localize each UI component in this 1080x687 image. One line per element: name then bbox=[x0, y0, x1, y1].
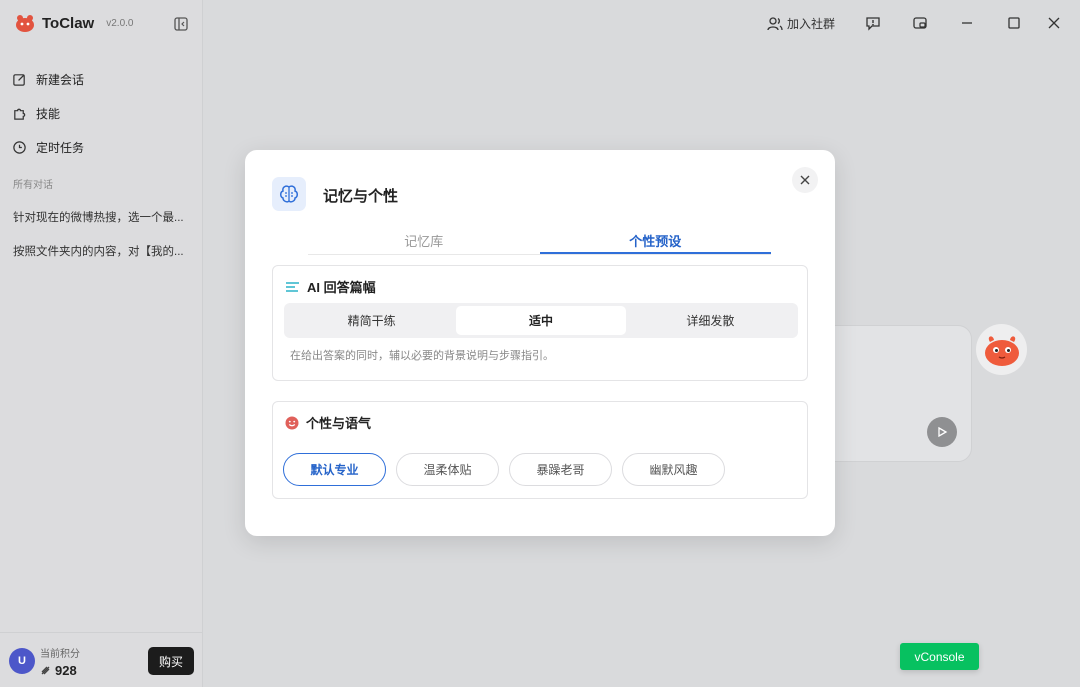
tab-personality-presets[interactable]: 个性预设 bbox=[539, 230, 771, 254]
send-button[interactable] bbox=[927, 417, 957, 447]
text-lines-icon bbox=[286, 281, 299, 292]
tone-option-gentle[interactable]: 温柔体贴 bbox=[396, 453, 499, 486]
send-icon bbox=[938, 426, 948, 438]
points-label: 当前积分 bbox=[40, 649, 80, 660]
edit-icon bbox=[13, 73, 25, 86]
sidebar-item-label: 技能 bbox=[36, 106, 61, 121]
crab-mascot-icon bbox=[984, 335, 1019, 366]
close-window-icon[interactable] bbox=[1046, 15, 1062, 31]
sidebar-collapse-icon[interactable] bbox=[174, 17, 188, 31]
tone-option-professional[interactable]: 默认专业 bbox=[283, 453, 386, 486]
sidebar-item-skills[interactable]: 技能 bbox=[12, 96, 192, 130]
tone-option-grumpy[interactable]: 暴躁老哥 bbox=[509, 453, 612, 486]
app-name: ToClaw bbox=[42, 14, 95, 32]
dialog-close-button[interactable] bbox=[792, 167, 818, 193]
answer-length-title: AI 回答篇幅 bbox=[307, 280, 376, 295]
conversation-list: 针对现在的微博热搜，选一个最... 按照文件夹内的内容，对【我的... bbox=[13, 200, 195, 268]
smile-face-icon bbox=[285, 416, 299, 429]
users-icon bbox=[767, 16, 783, 30]
dialog-icon bbox=[272, 177, 306, 211]
length-option-detailed[interactable]: 详细发散 bbox=[626, 306, 795, 335]
feedback-icon[interactable] bbox=[865, 15, 881, 31]
vconsole-button[interactable]: vConsole bbox=[900, 643, 979, 670]
points-display: 928 bbox=[40, 663, 77, 678]
tone-header: 个性与语气 bbox=[285, 413, 371, 432]
points-value: 928 bbox=[55, 663, 77, 678]
toclaw-logo-icon bbox=[16, 15, 34, 32]
answer-length-header: AI 回答篇幅 bbox=[285, 277, 376, 296]
tone-panel: 个性与语气 默认专业 温柔体贴 暴躁老哥 幽默风趣 bbox=[272, 401, 808, 499]
buy-button[interactable]: 购买 bbox=[148, 647, 194, 675]
sidebar-item-label: 新建会话 bbox=[36, 72, 85, 87]
join-community-button[interactable]: 加入社群 bbox=[767, 15, 835, 32]
brain-icon bbox=[280, 185, 298, 203]
sidebar-item-scheduled-tasks[interactable]: 定时任务 bbox=[12, 130, 192, 164]
sidebar-item-label: 定时任务 bbox=[36, 140, 85, 155]
avatar[interactable]: U bbox=[9, 648, 35, 674]
brand: ToClaw v2.0.0 bbox=[14, 12, 133, 34]
conversation-item[interactable]: 针对现在的微博热搜，选一个最... bbox=[13, 200, 195, 234]
mascot-avatar[interactable] bbox=[976, 324, 1027, 375]
tone-title: 个性与语气 bbox=[306, 416, 372, 431]
sidebar-footer: U 当前积分 928 购买 bbox=[0, 632, 203, 687]
maximize-icon[interactable] bbox=[1006, 15, 1022, 31]
length-option-moderate[interactable]: 适中 bbox=[456, 306, 626, 335]
sidebar: ToClaw v2.0.0 新建会话 技能 定时任务 所有对话 针对现在的微博热… bbox=[0, 0, 203, 687]
close-icon bbox=[800, 175, 810, 185]
conversation-item[interactable]: 按照文件夹内的内容，对【我的... bbox=[13, 234, 195, 268]
tone-option-humorous[interactable]: 幽默风趣 bbox=[622, 453, 725, 486]
dialog-title: 记忆与个性 bbox=[323, 188, 399, 205]
title-bar: 加入社群 bbox=[204, 0, 1080, 46]
minimize-icon[interactable] bbox=[959, 15, 975, 31]
length-option-concise[interactable]: 精简干练 bbox=[287, 306, 456, 335]
pip-window-icon[interactable] bbox=[912, 15, 928, 31]
answer-length-description: 在给出答案的同时，辅以必要的背景说明与步骤指引。 bbox=[290, 350, 554, 362]
answer-length-panel: AI 回答篇幅 精简干练 适中 详细发散 在给出答案的同时，辅以必要的背景说明与… bbox=[272, 265, 808, 381]
dialog-tabs: 记忆库 个性预设 bbox=[308, 230, 771, 255]
sidebar-item-new-chat[interactable]: 新建会话 bbox=[12, 62, 192, 96]
conversations-section-label: 所有对话 bbox=[13, 180, 53, 191]
memory-personality-dialog: 记忆与个性 记忆库 个性预设 AI 回答篇幅 精简干练 适中 详细发散 在给出答… bbox=[245, 150, 835, 536]
join-community-label: 加入社群 bbox=[787, 17, 836, 31]
tab-memory-library[interactable]: 记忆库 bbox=[308, 230, 540, 254]
tone-options: 默认专业 温柔体贴 暴躁老哥 幽默风趣 bbox=[283, 453, 725, 486]
clock-icon bbox=[13, 140, 26, 154]
app-version: v2.0.0 bbox=[106, 17, 134, 29]
puzzle-icon bbox=[14, 108, 26, 120]
sidebar-nav: 新建会话 技能 定时任务 bbox=[12, 62, 192, 164]
points-icon bbox=[41, 666, 50, 675]
answer-length-selector: 精简干练 适中 详细发散 bbox=[284, 303, 798, 338]
